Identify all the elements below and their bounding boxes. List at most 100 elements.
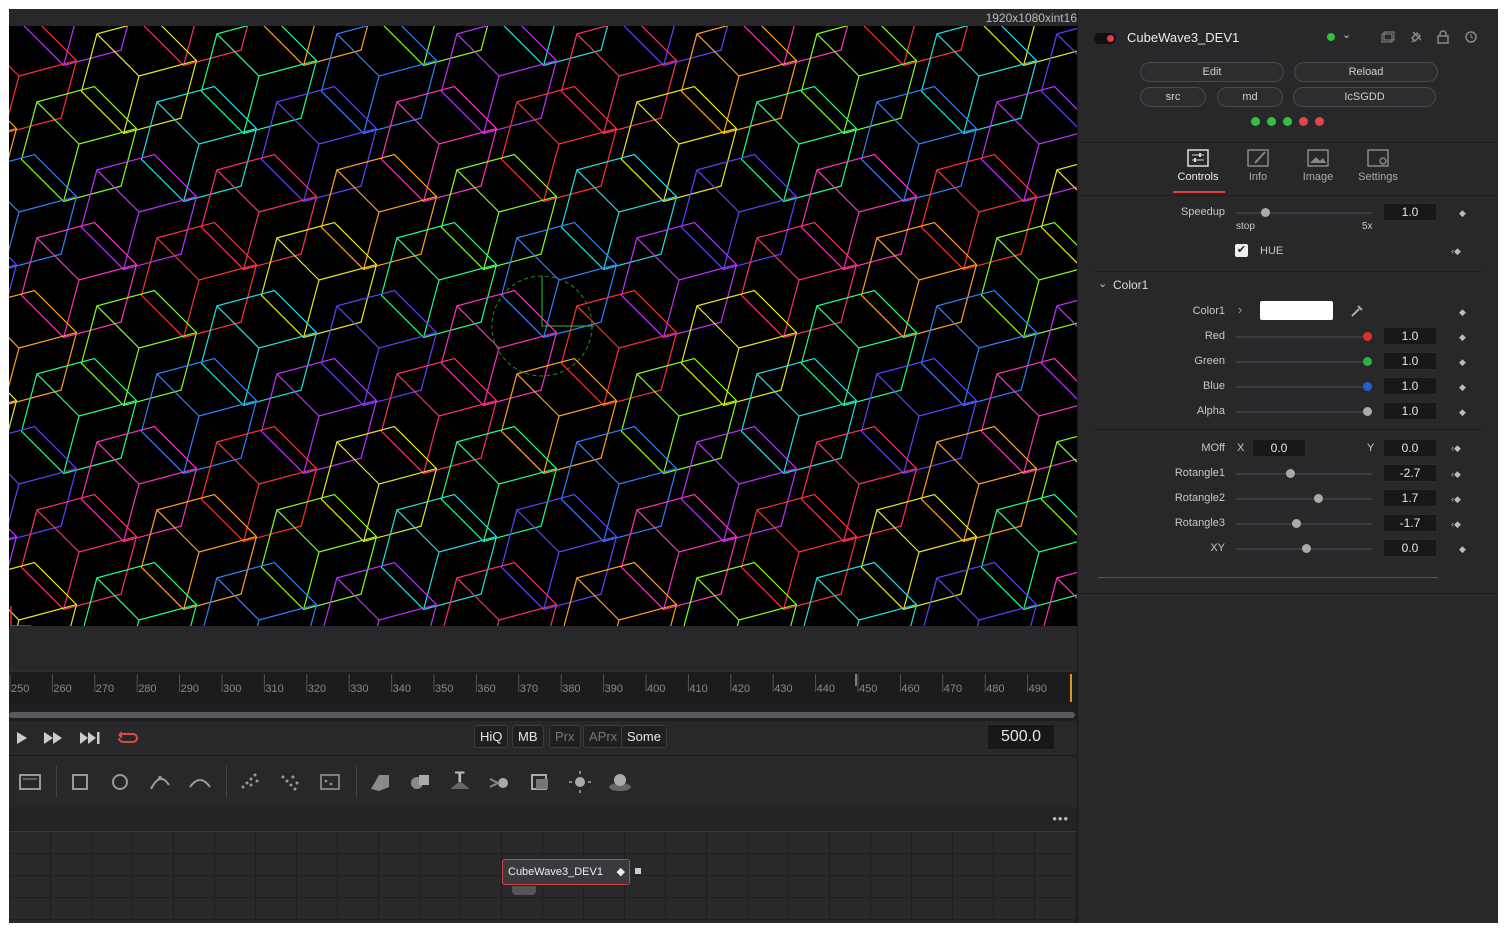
tab-info[interactable]: Info [1228,149,1288,183]
keyframe-icon[interactable]: ◆ [1459,332,1466,343]
keyframe-icon[interactable]: ‹◆ [1451,469,1461,480]
node-editor[interactable]: CubeWave3_DEV1 ◆ [9,832,1077,923]
node-output-port[interactable] [635,868,641,874]
slider-knob[interactable] [1302,544,1311,553]
keyframe-icon[interactable]: ‹◆ [1451,494,1461,505]
keyframe-icon[interactable]: ◆ [1459,407,1466,418]
versions-icon[interactable] [1381,31,1395,43]
channel-slider[interactable] [1236,407,1372,416]
color-swatch[interactable] [1260,301,1333,320]
fast-forward-icon[interactable] [42,729,64,747]
merge3d-icon[interactable] [407,769,433,795]
go-to-end-icon[interactable] [78,729,102,747]
keyframe-icon[interactable]: ‹◆ [1451,519,1461,530]
src-button[interactable]: src [1140,87,1206,107]
slider-knob[interactable] [1363,407,1372,416]
slider-knob[interactable] [1292,519,1301,528]
channel-value[interactable]: 1.0 [1383,402,1437,420]
param-slider[interactable] [1236,494,1372,503]
time-ruler[interactable]: 250 260 270 280 290 300 310 320 330 340 350 360 370 3… [9,671,1077,704]
viewer-canvas[interactable] [9,26,1077,626]
wireframe-cube [920,425,1038,543]
slider-knob[interactable] [1314,494,1323,503]
mb-button[interactable]: MB [512,725,544,748]
pin-icon[interactable] [1409,30,1423,44]
light3d-icon[interactable] [567,769,593,795]
tab-settings[interactable]: Settings [1348,149,1408,183]
channel-slider[interactable] [1236,382,1372,391]
keyframe-icon[interactable]: ◆ [1459,382,1466,393]
text3d-icon[interactable]: T [447,769,473,795]
param-value[interactable]: 1.7 [1383,489,1437,507]
speedup-value[interactable]: 1.0 [1383,203,1437,221]
shape3d-icon[interactable] [367,769,393,795]
speedup-slider[interactable] [1236,208,1372,217]
chevron-down-icon[interactable]: ⌄ [1342,28,1351,41]
moff-x-value[interactable]: 0.0 [1252,439,1306,457]
more-options-icon[interactable]: ••• [1052,811,1069,826]
param-value[interactable]: -1.7 [1383,514,1437,532]
color-section-header[interactable]: Color1 [1113,278,1148,292]
chevron-right-icon[interactable]: › [1238,302,1242,317]
node-input-ports[interactable] [512,886,536,895]
edit-button[interactable]: Edit [1140,62,1284,82]
some-button[interactable]: Some [621,725,667,748]
particle-emitter-icon[interactable] [237,769,263,795]
polygon-mask-icon[interactable] [147,769,173,795]
transform-widget[interactable] [491,275,594,377]
camera3d-icon[interactable] [487,769,513,795]
bspline-mask-icon[interactable] [187,769,213,795]
channel-value[interactable]: 1.0 [1383,352,1437,370]
param-value[interactable]: -2.7 [1383,464,1437,482]
hue-checkbox[interactable]: ✔ [1235,244,1248,257]
channel-slider[interactable] [1236,357,1372,366]
slider-knob[interactable] [1363,382,1372,391]
hiq-button[interactable]: HiQ [474,725,509,748]
image-plane-icon[interactable] [607,769,633,795]
keyframe-icon[interactable]: ◆ [1459,208,1466,219]
param-slider[interactable] [1236,544,1372,553]
particle-render-icon[interactable] [277,769,303,795]
prx-button[interactable]: Prx [549,725,581,748]
aprx-button[interactable]: APrx [583,725,624,748]
tool-node[interactable]: CubeWave3_DEV1 ◆ [502,859,630,885]
param-slider[interactable] [1236,469,1372,478]
reload-button[interactable]: Reload [1294,62,1438,82]
keyframe-icon[interactable]: ◆ [1459,307,1466,318]
lock-icon[interactable] [1437,30,1449,44]
channel-slider[interactable] [1236,332,1372,341]
chevron-down-icon[interactable]: ⌄ [1098,277,1107,290]
slider-knob[interactable] [1261,208,1270,217]
eyedropper-icon[interactable] [1350,304,1364,318]
md-button[interactable]: md [1217,87,1283,107]
renderer3d-icon[interactable] [527,769,553,795]
reset-icon[interactable] [1464,30,1478,44]
ruler-tick-label: 300 [223,683,241,695]
param-value[interactable]: 0.0 [1383,539,1437,557]
keyframe-icon[interactable]: ◆ [1459,357,1466,368]
tab-controls[interactable]: Controls [1168,149,1228,183]
keyframe-nav-icon[interactable]: ‹◆ [1451,443,1461,454]
play-icon[interactable] [15,729,29,747]
rectangle-mask-icon[interactable] [67,769,93,795]
channel-value[interactable]: 1.0 [1383,327,1437,345]
param-slider[interactable] [1236,519,1372,528]
ellipse-mask-icon[interactable] [107,769,133,795]
loader-icon[interactable] [17,769,43,795]
moff-y-value[interactable]: 0.0 [1383,439,1437,457]
tab-image[interactable]: Image [1288,149,1348,183]
particle-merge-icon[interactable] [317,769,343,795]
channel-value[interactable]: 1.0 [1383,377,1437,395]
icsgdd-button[interactable]: IcSGDD [1293,87,1436,107]
timeline-scrollbar[interactable] [9,712,1075,718]
loop-icon[interactable] [117,729,139,747]
tool-color-dot[interactable] [1327,33,1335,41]
tool-enable-toggle[interactable] [1094,33,1116,44]
current-frame-field[interactable]: 500.0 [987,724,1055,750]
slider-knob[interactable] [1286,469,1295,478]
param-label: Rotangle2 [1174,492,1225,504]
slider-knob[interactable] [1363,332,1372,341]
keyframe-nav-icon[interactable]: ‹◆ [1451,246,1461,257]
slider-knob[interactable] [1363,357,1372,366]
keyframe-icon[interactable]: ◆ [1459,544,1466,555]
